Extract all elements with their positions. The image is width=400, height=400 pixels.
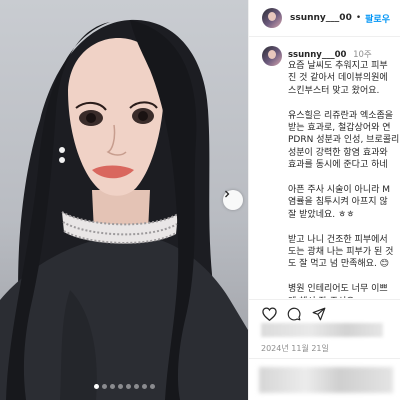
caption-line: 유스힐은 리쥬란과 엑소좀을 xyxy=(288,110,394,121)
comment-area xyxy=(249,358,400,400)
caption-line: 효과를 동시에 준다고 하네 xyxy=(288,160,388,171)
caption-avatar[interactable] xyxy=(262,46,282,66)
caption-line: 잘 받았네요. ㅎㅎ xyxy=(288,209,355,220)
caption-line: 성분이 강력한 항염 효과와 xyxy=(288,147,388,158)
carousel-dot xyxy=(125,384,131,389)
carousel-dot xyxy=(141,384,147,389)
carousel-dot xyxy=(133,384,139,389)
caption-line: 스킨부스터 맞고 왔어요. xyxy=(288,85,380,96)
separator-dot: • xyxy=(355,13,362,23)
comment-blurred xyxy=(259,367,393,393)
caption-block: ssunny___00 10주 요즘 날씨도 추워지고 피부진 것 같아서 데이… xyxy=(249,44,400,298)
caption-text: 요즘 날씨도 추워지고 피부진 것 같아서 데이뷰의원에 스킨부스터 맞고 왔어요… xyxy=(288,60,399,298)
like-button[interactable] xyxy=(261,306,277,322)
share-button[interactable] xyxy=(311,306,327,322)
carousel-dot xyxy=(101,384,107,389)
carousel-dot xyxy=(109,384,115,389)
caption-time[interactable]: 10주 xyxy=(353,50,372,60)
caption-line: 받고 나니 건조한 피부에서 xyxy=(288,234,388,245)
share-icon xyxy=(312,307,326,320)
caption-line: 도 잘 먹고 넘 만족해요. 😊 xyxy=(288,259,390,270)
caption-line: 게 해서 잘 주셔요... xyxy=(288,296,399,298)
follow-button[interactable]: 팔로우 xyxy=(365,12,390,25)
header-username[interactable]: ssunny___00 xyxy=(290,13,352,23)
comment-icon xyxy=(287,307,301,320)
avatar[interactable] xyxy=(262,8,282,28)
post-image[interactable] xyxy=(0,0,248,400)
post-sidebar: ssunny___00 • 팔로우 ssunny___00 10주 요즘 날씨도… xyxy=(248,0,400,400)
caption-spacer xyxy=(288,172,399,184)
caption-spacer xyxy=(288,271,399,283)
carousel-next-button[interactable] xyxy=(223,190,243,210)
post-date[interactable]: 2024년 11월 21일 xyxy=(261,343,329,354)
comment-button[interactable] xyxy=(286,306,302,322)
caption-line: 아픈 주사 시술이 아니라 M xyxy=(288,185,391,196)
likes-summary-blurred xyxy=(261,323,383,337)
carousel-indicator xyxy=(0,384,248,390)
caption-spacer xyxy=(288,221,399,233)
carousel-dot xyxy=(149,384,155,389)
caption-line: 도는 광채 나는 피부가 된 것 xyxy=(288,247,394,258)
caption-line: 받는 효과로, 철갑상어와 연 xyxy=(288,123,391,134)
caption-username[interactable]: ssunny___00 xyxy=(288,50,346,60)
carousel-dot xyxy=(117,384,123,389)
portrait-illustration xyxy=(0,19,248,400)
caption-line: 병원 인테리어도 너무 이쁘 xyxy=(288,284,388,295)
heart-icon xyxy=(261,306,277,321)
caption-header: ssunny___00 10주 xyxy=(288,48,372,60)
caption-line: 요즘 날씨도 추워지고 피부 xyxy=(288,61,388,71)
post-header: ssunny___00 • 팔로우 xyxy=(249,0,400,37)
chevron-right-icon xyxy=(225,190,230,198)
caption-line: PDRN 성분과 인성, 브로콜리 xyxy=(288,135,400,146)
caption-line: 진 것 같아서 데이뷰의원에 xyxy=(288,73,388,84)
caption-line: 염률을 침투시켜 아프지 않 xyxy=(288,197,388,208)
carousel-dot xyxy=(93,384,99,389)
caption-spacer xyxy=(288,97,399,109)
